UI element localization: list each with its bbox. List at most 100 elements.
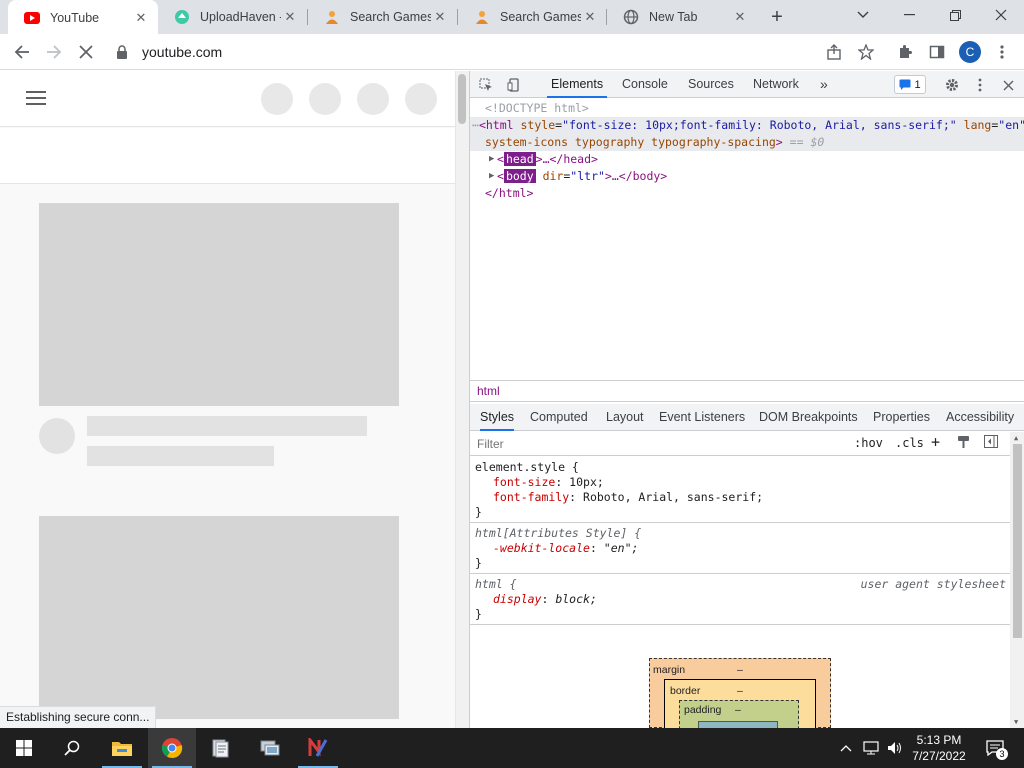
restore-button[interactable] [932, 0, 978, 30]
share-icon [827, 44, 841, 60]
back-button[interactable] [8, 38, 36, 66]
toggle-sidebar-icon[interactable] [984, 435, 998, 451]
close-tab-icon[interactable]: ✕ [581, 8, 599, 26]
tab-console[interactable]: Console [618, 71, 672, 98]
page-viewport [0, 71, 455, 728]
scroll-down-icon[interactable]: ▼ [1014, 718, 1018, 726]
tab-title: Search Games C [500, 10, 581, 24]
subtab-styles[interactable]: Styles [480, 404, 515, 431]
subtab-properties[interactable]: Properties [873, 404, 930, 431]
expand-triangle-icon[interactable]: ▶ [489, 168, 494, 185]
network-tray[interactable] [860, 728, 882, 768]
paint-icon[interactable] [957, 435, 970, 452]
close-tab-icon[interactable]: ✕ [132, 9, 150, 27]
tab-search-games-2[interactable]: Search Games C ✕ [458, 0, 607, 34]
tab-uploadhaven[interactable]: UploadHaven - ✕ [158, 0, 307, 34]
style-rule-user-agent[interactable]: html { user agent stylesheet display: bl… [470, 574, 1010, 625]
issues-badge[interactable]: 1 [894, 75, 926, 94]
chrome-menu-button[interactable] [988, 38, 1016, 66]
minimize-icon [903, 14, 915, 16]
html-node-cont[interactable]: system-icons typography typography-spaci… [470, 134, 1024, 151]
attr-lang-name: lang [963, 118, 992, 132]
title-placeholder [87, 416, 367, 436]
games-icon [324, 9, 340, 25]
tab-search-games-1[interactable]: Search Games C ✕ [308, 0, 457, 34]
hov-toggle[interactable]: :hov [854, 436, 883, 450]
expand-triangle-icon[interactable]: ▶ [489, 151, 494, 168]
devtools-menu-icon[interactable] [970, 75, 990, 95]
rule-close: } [475, 556, 482, 570]
close-window-button[interactable] [978, 0, 1024, 30]
page-scrollbar[interactable] [455, 71, 469, 728]
prop-value[interactable]: Roboto, Arial, sans-serif; [583, 490, 763, 504]
close-tab-icon[interactable]: ✕ [281, 8, 299, 26]
device-toolbar-icon[interactable] [504, 75, 524, 95]
tab-network[interactable]: Network [749, 71, 803, 98]
search-button[interactable] [48, 728, 96, 768]
scrollbar-thumb[interactable] [1013, 444, 1022, 638]
tab-strip: YouTube ✕ UploadHaven - ✕ Search Games C… [0, 0, 1024, 35]
subtab-accessibility[interactable]: Accessibility [946, 404, 1014, 431]
subtab-dom-breakpoints[interactable]: DOM Breakpoints [759, 404, 858, 431]
minimize-button[interactable] [886, 0, 932, 30]
styles-subtabbar: Styles Computed Layout Event Listeners D… [470, 404, 1024, 431]
notification-center[interactable]: 3 [980, 728, 1010, 768]
star-icon [858, 44, 874, 60]
share-button[interactable] [820, 38, 848, 66]
settings-gear-icon[interactable] [942, 75, 962, 95]
close-tab-icon[interactable]: ✕ [431, 8, 449, 26]
tab-elements[interactable]: Elements [547, 71, 608, 98]
close-tab-icon[interactable]: ✕ [731, 8, 749, 26]
close-devtools-icon[interactable] [998, 75, 1018, 95]
prop-name[interactable]: font-size [475, 475, 555, 489]
styles-scrollbar[interactable]: ▲ ▼ [1010, 432, 1024, 728]
scrollbar-thumb[interactable] [458, 74, 466, 124]
lock-icon [116, 45, 132, 59]
box-model-margin[interactable]: margin – border – padding – [649, 658, 831, 741]
new-tab-button[interactable]: + [765, 5, 789, 29]
prop-value[interactable]: 10px; [569, 475, 604, 489]
style-rule-attributes[interactable]: html[Attributes Style] { -webkit-locale:… [470, 523, 1010, 574]
html-close-tag[interactable]: </html> [470, 185, 1024, 202]
extensions-button[interactable] [891, 38, 919, 66]
volume-tray[interactable] [884, 728, 906, 768]
head-node[interactable]: ▶ < head >…</head> [470, 151, 1024, 168]
subtab-layout[interactable]: Layout [606, 404, 644, 431]
new-rule-plus-icon[interactable]: + [931, 433, 940, 451]
inspect-element-icon[interactable] [476, 75, 496, 95]
taskbar-clock[interactable]: 5:13 PM 7/27/2022 [904, 732, 974, 764]
subtab-computed[interactable]: Computed [530, 404, 588, 431]
start-button[interactable] [0, 728, 48, 768]
body-node[interactable]: ▶ < body dir="ltr">…</body> [470, 168, 1024, 185]
breadcrumb-html[interactable]: html [477, 384, 500, 398]
restore-icon [949, 9, 961, 21]
taskbar-file-explorer[interactable] [98, 728, 146, 768]
doctype-node[interactable]: <!DOCTYPE html> [470, 100, 1024, 117]
taskbar-app-n[interactable] [294, 728, 342, 768]
styles-filter-input[interactable] [473, 434, 843, 454]
subtab-event-listeners[interactable]: Event Listeners [659, 404, 745, 431]
side-panel-button[interactable] [923, 38, 951, 66]
tab-new-tab[interactable]: New Tab ✕ [607, 0, 757, 34]
taskbar-app-documents[interactable] [196, 728, 244, 768]
bookmark-button[interactable] [852, 38, 880, 66]
profile-avatar[interactable]: C [959, 41, 981, 63]
tab-youtube[interactable]: YouTube ✕ [8, 0, 158, 35]
masthead [0, 71, 455, 127]
stop-loading-button[interactable] [72, 38, 100, 66]
style-rule-element[interactable]: element.style { font-size: 10px; font-fa… [470, 457, 1010, 523]
rule-close: } [475, 505, 482, 519]
tab-search-button[interactable] [840, 0, 886, 30]
forward-button[interactable] [40, 38, 68, 66]
address-bar[interactable]: youtube.com [108, 38, 888, 66]
taskbar-chrome[interactable] [148, 728, 196, 768]
show-hidden-icons[interactable] [836, 728, 856, 768]
tab-sources[interactable]: Sources [684, 71, 738, 98]
prop-name[interactable]: font-family [475, 490, 569, 504]
scroll-up-icon[interactable]: ▲ [1014, 434, 1018, 442]
html-node[interactable]: ⋯<html style="font-size: 10px;font-famil… [470, 117, 1024, 134]
taskbar-app-network[interactable] [246, 728, 294, 768]
menu-icon[interactable] [26, 91, 46, 107]
more-tabs-button[interactable]: » [816, 71, 832, 98]
cls-toggle[interactable]: .cls [895, 436, 924, 450]
